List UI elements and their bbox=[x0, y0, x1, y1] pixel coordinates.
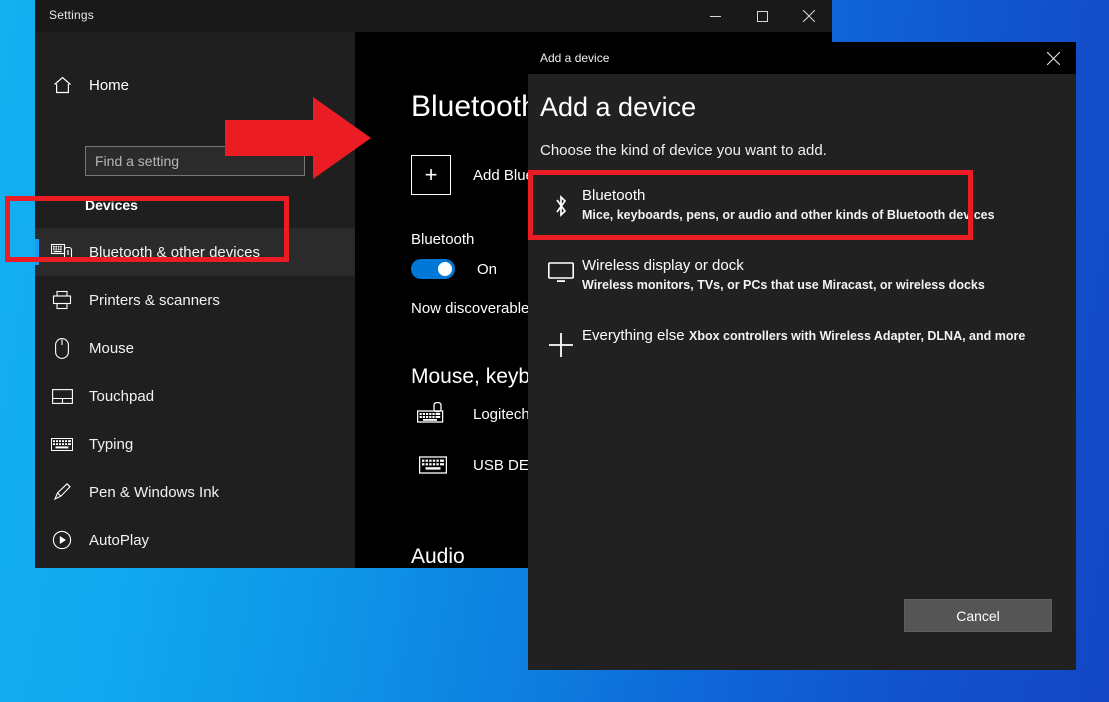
keyboard-icon bbox=[35, 438, 89, 451]
sidebar-item-label: Mouse bbox=[89, 340, 134, 357]
search-input[interactable]: Find a setting bbox=[85, 146, 305, 176]
sidebar-item-home-label: Home bbox=[89, 77, 129, 94]
device-option-text: Bluetooth Mice, keyboards, pens, or audi… bbox=[582, 184, 1058, 224]
bluetooth-toggle-state: On bbox=[477, 261, 497, 278]
device-option-bluetooth[interactable]: Bluetooth Mice, keyboards, pens, or audi… bbox=[528, 170, 1076, 240]
sidebar-item-printers-scanners[interactable]: Printers & scanners bbox=[35, 276, 355, 324]
close-button[interactable] bbox=[786, 0, 832, 32]
sidebar-item-autoplay[interactable]: AutoPlay bbox=[35, 516, 355, 564]
printer-icon bbox=[35, 290, 89, 310]
mouse-icon bbox=[35, 338, 89, 359]
sidebar-item-label: Bluetooth & other devices bbox=[89, 244, 260, 261]
autoplay-icon bbox=[35, 530, 89, 550]
sidebar-item-label: Printers & scanners bbox=[89, 292, 220, 309]
device-option-description: Mice, keyboards, pens, or audio and othe… bbox=[582, 208, 995, 222]
sidebar-item-home[interactable]: Home bbox=[35, 68, 355, 102]
device-option-title: Bluetooth bbox=[582, 187, 645, 204]
sidebar-item-label: AutoPlay bbox=[89, 532, 149, 549]
dialog-titlebar[interactable]: Add a device bbox=[528, 42, 1076, 74]
sidebar-item-usb[interactable]: USB bbox=[35, 564, 355, 568]
sidebar-item-mouse[interactable]: Mouse bbox=[35, 324, 355, 372]
bluetooth-section-label: Bluetooth bbox=[411, 231, 474, 248]
sidebar-item-label: Touchpad bbox=[89, 388, 154, 405]
dialog-close-button[interactable] bbox=[1030, 42, 1076, 74]
sidebar-item-pen-windows-ink[interactable]: Pen & Windows Ink bbox=[35, 468, 355, 516]
keyboard-icon bbox=[411, 456, 455, 474]
device-option-wireless-display-or-dock[interactable]: Wireless display or dock Wireless monito… bbox=[528, 240, 1076, 310]
dialog-subheading: Choose the kind of device you want to ad… bbox=[540, 142, 827, 159]
bluetooth-icon bbox=[540, 184, 582, 220]
minimize-icon bbox=[710, 11, 721, 22]
window-title: Settings bbox=[49, 8, 94, 22]
device-option-text: Wireless display or dock Wireless monito… bbox=[582, 254, 1058, 294]
device-option-description: Xbox controllers with Wireless Adapter, … bbox=[689, 329, 1025, 343]
sidebar-item-typing[interactable]: Typing bbox=[35, 420, 355, 468]
toggle-knob bbox=[438, 262, 452, 276]
sidebar-item-label: Pen & Windows Ink bbox=[89, 484, 219, 501]
settings-sidebar: Home Find a setting Devices bbox=[35, 32, 355, 568]
device-option-everything-else[interactable]: Everything else Xbox controllers with Wi… bbox=[528, 310, 1076, 380]
pen-icon bbox=[35, 482, 89, 502]
bluetooth-toggle[interactable] bbox=[411, 259, 455, 279]
bluetooth-toggle-row: On bbox=[411, 259, 497, 279]
device-option-title: Everything else bbox=[582, 327, 685, 344]
close-icon bbox=[803, 10, 815, 22]
keyboard-receiver-icon bbox=[411, 402, 455, 426]
settings-titlebar[interactable]: Settings bbox=[35, 0, 832, 32]
maximize-button[interactable] bbox=[739, 0, 785, 32]
dialog-titlebar-label: Add a device bbox=[540, 51, 609, 65]
device-type-list: Bluetooth Mice, keyboards, pens, or audi… bbox=[528, 170, 1076, 380]
plus-icon bbox=[540, 324, 582, 358]
device-option-title: Wireless display or dock bbox=[582, 257, 744, 274]
bluetooth-devices-icon bbox=[35, 242, 89, 262]
search-placeholder: Find a setting bbox=[86, 153, 179, 169]
device-option-text: Everything else Xbox controllers with Wi… bbox=[582, 324, 1025, 346]
maximize-icon bbox=[757, 11, 768, 22]
device-option-description: Wireless monitors, TVs, or PCs that use … bbox=[582, 278, 985, 292]
home-icon bbox=[35, 76, 89, 94]
add-device-dialog: Add a device Add a device Choose the kin… bbox=[528, 42, 1076, 670]
sidebar-item-label: Typing bbox=[89, 436, 133, 453]
audio-section-header: Audio bbox=[411, 545, 465, 568]
cancel-button[interactable]: Cancel bbox=[904, 599, 1052, 632]
monitor-icon bbox=[540, 254, 582, 284]
sidebar-item-bluetooth-other-devices[interactable]: Bluetooth & other devices bbox=[35, 228, 355, 276]
sidebar-item-touchpad[interactable]: Touchpad bbox=[35, 372, 355, 420]
dialog-heading: Add a device bbox=[540, 92, 696, 123]
sidebar-nav-list: Bluetooth & other devices Printers & sca… bbox=[35, 228, 355, 568]
close-icon bbox=[1047, 52, 1060, 65]
touchpad-icon bbox=[35, 389, 89, 404]
sidebar-section-header: Devices bbox=[85, 197, 138, 213]
desktop-background: Settings bbox=[0, 0, 1109, 702]
plus-icon: + bbox=[411, 155, 451, 195]
selection-indicator bbox=[35, 239, 39, 265]
minimize-button[interactable] bbox=[692, 0, 738, 32]
